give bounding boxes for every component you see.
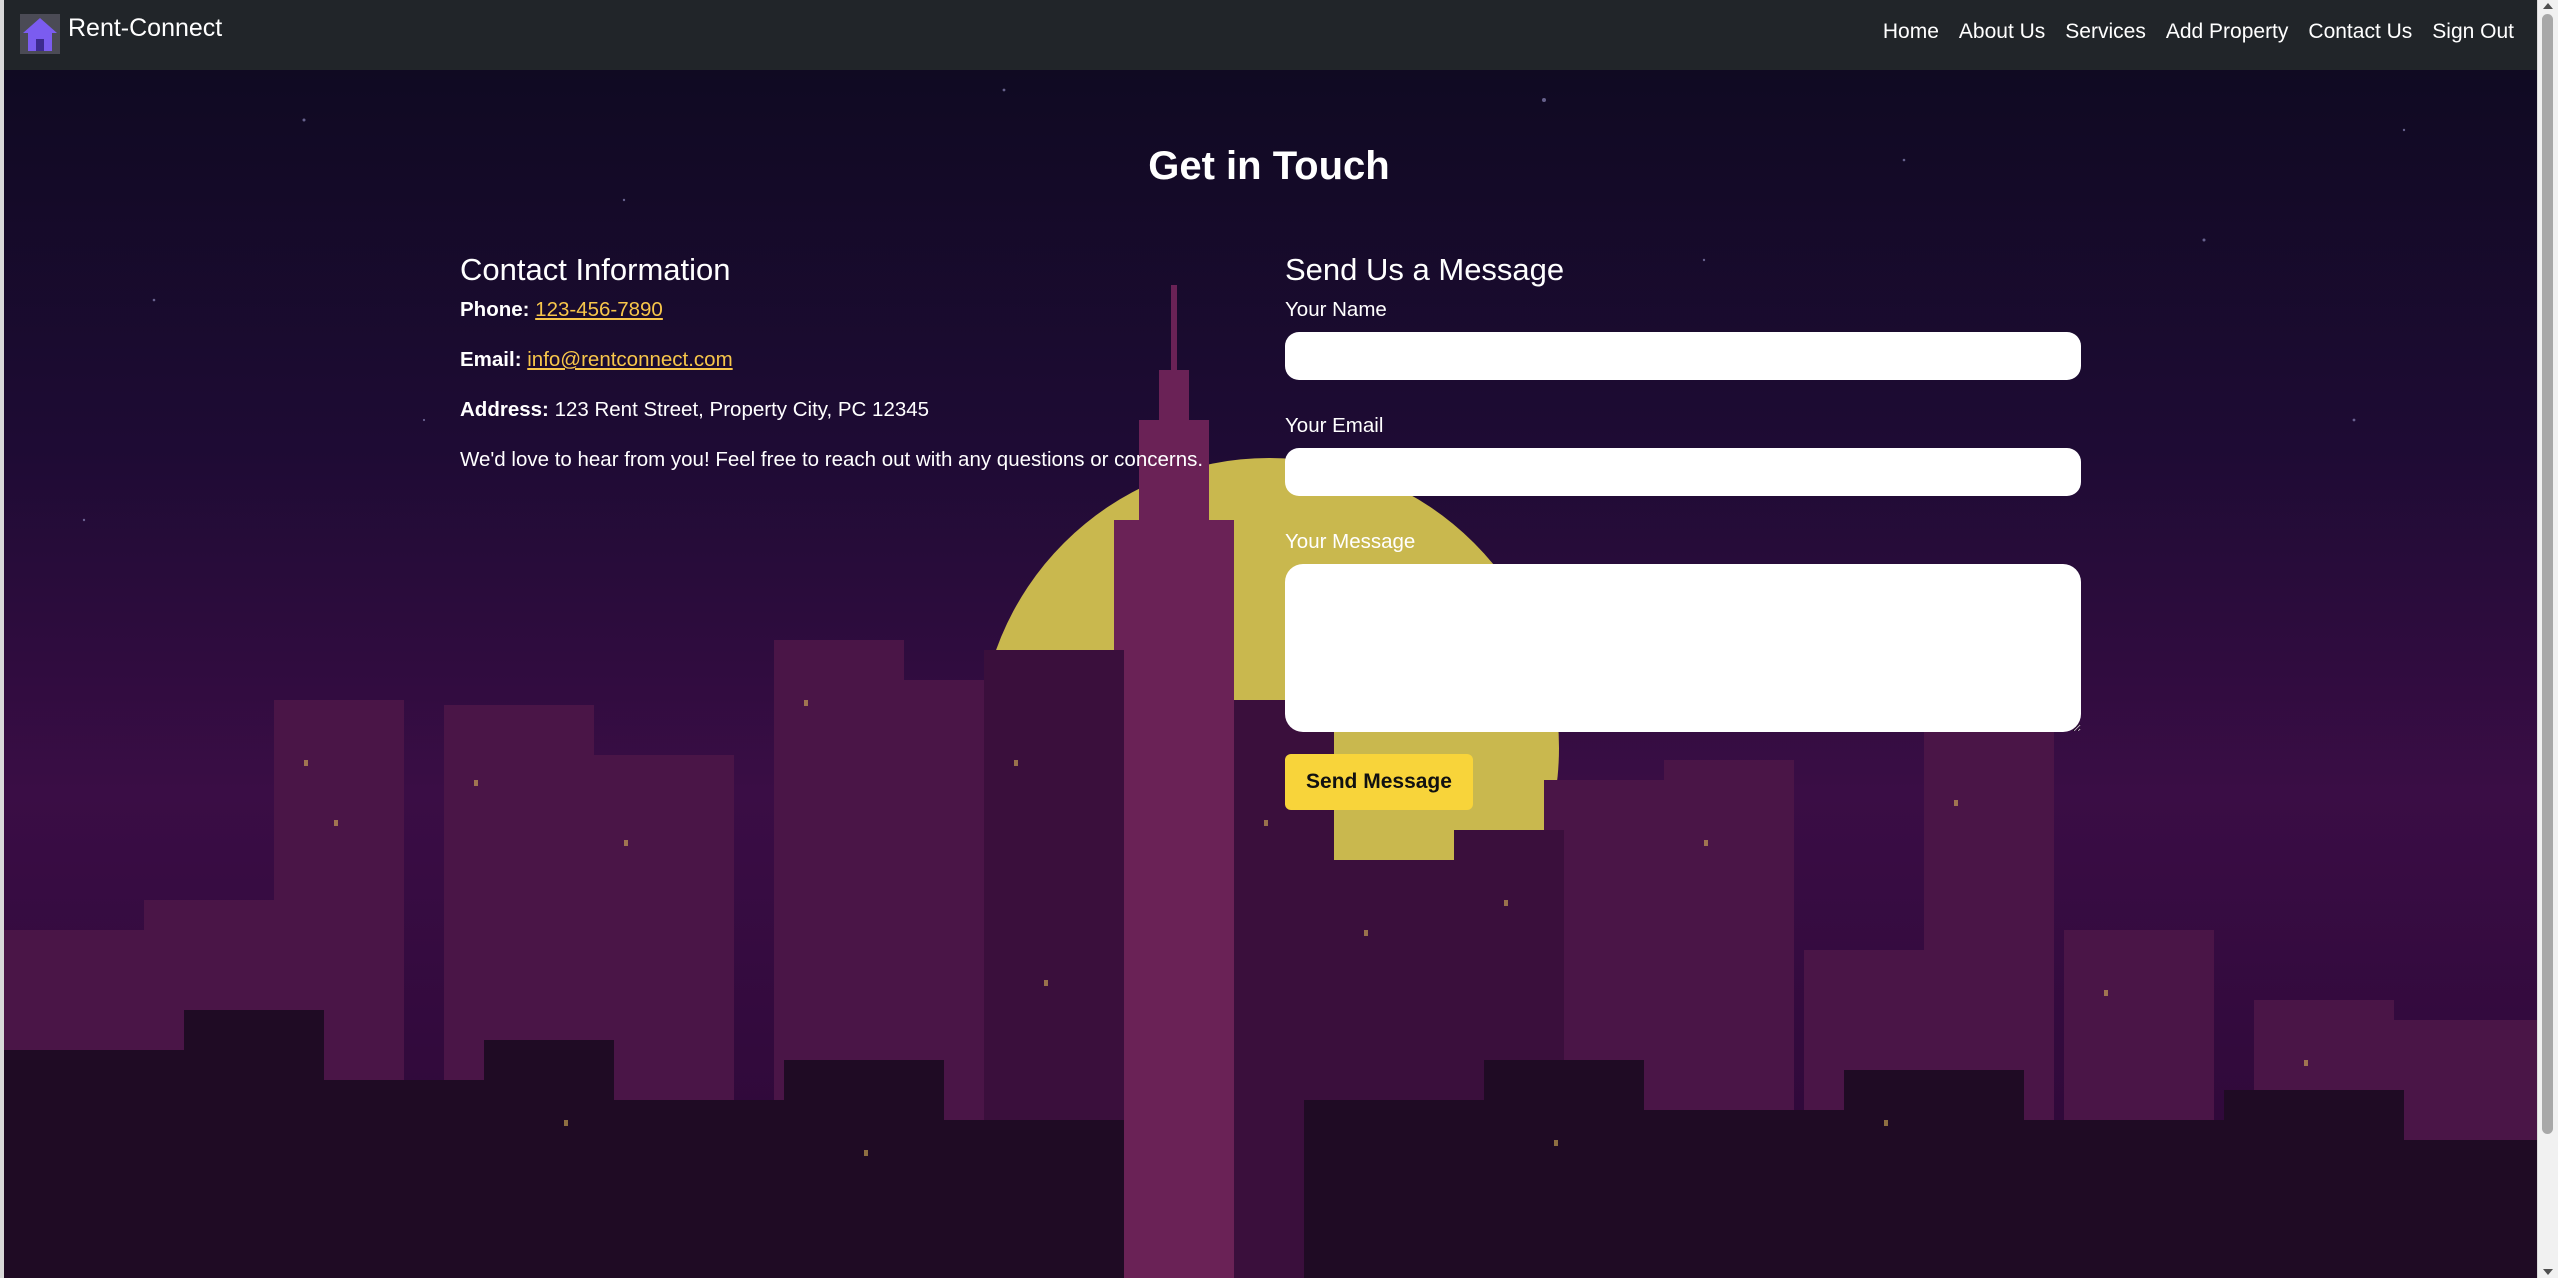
form-heading: Send Us a Message: [1285, 252, 1565, 287]
email-label: Email:: [460, 348, 522, 371]
nav-services[interactable]: Services: [2065, 20, 2146, 44]
address-line: Address: 123 Rent Street, Property City,…: [460, 398, 1210, 422]
scroll-down-arrow-icon[interactable]: [2543, 1269, 2553, 1275]
vertical-scrollbar[interactable]: [2537, 0, 2558, 1278]
address-label: Address:: [460, 398, 549, 421]
nav-about-us[interactable]: About Us: [1959, 20, 2045, 44]
nav-links: Home About Us Services Add Property Cont…: [1883, 20, 2514, 44]
email-link[interactable]: info@rentconnect.com: [527, 348, 732, 371]
contact-information-section: Contact Information Phone: 123-456-7890 …: [460, 252, 1210, 498]
phone-link[interactable]: 123-456-7890: [535, 298, 663, 321]
nav-sign-out[interactable]: Sign Out: [2432, 20, 2514, 44]
email-line: Email: info@rentconnect.com: [460, 348, 1210, 372]
contact-note: We'd love to hear from you! Feel free to…: [460, 448, 1204, 471]
page-title: Get in Touch: [1148, 144, 1390, 188]
phone-line: Phone: 123-456-7890: [460, 298, 1210, 322]
email-field-label: Your Email: [1285, 414, 1384, 437]
scrollbar-thumb[interactable]: [2542, 14, 2553, 1134]
email-input[interactable]: [1285, 448, 2081, 496]
message-label: Your Message: [1285, 530, 1416, 553]
send-message-button[interactable]: Send Message: [1285, 754, 1473, 810]
brand[interactable]: Rent-Connect: [20, 14, 222, 54]
message-form-section: Send Us a Message Your Name Your Email Y…: [1285, 252, 2081, 810]
phone-label: Phone:: [460, 298, 530, 321]
brand-name: Rent-Connect: [68, 13, 223, 42]
city-skyline-background: [4, 0, 2538, 1278]
scroll-up-arrow-icon[interactable]: [2543, 3, 2553, 9]
name-label: Your Name: [1285, 298, 1387, 321]
nav-add-property[interactable]: Add Property: [2166, 20, 2289, 44]
window-left-border: [0, 0, 4, 1278]
message-textarea[interactable]: [1285, 564, 2081, 732]
nav-contact-us[interactable]: Contact Us: [2308, 20, 2412, 44]
contact-info-heading: Contact Information: [460, 252, 731, 287]
name-input[interactable]: [1285, 332, 2081, 380]
address-text: 123 Rent Street, Property City, PC 12345: [554, 398, 930, 421]
top-navbar: Rent-Connect Home About Us Services Add …: [4, 0, 2538, 70]
house-icon: [20, 14, 60, 54]
nav-home[interactable]: Home: [1883, 20, 1939, 44]
